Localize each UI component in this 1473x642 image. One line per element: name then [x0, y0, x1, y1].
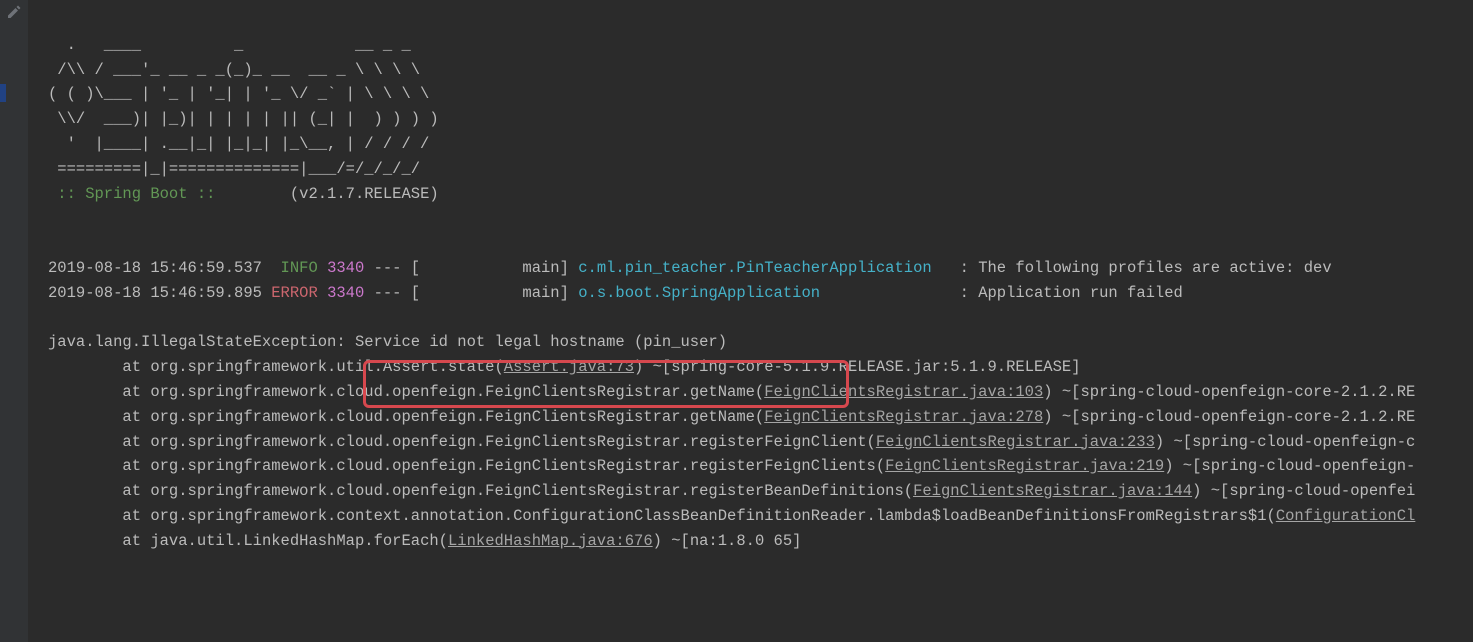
console-output[interactable]: . ____ _ __ _ _ /\\ / ___'_ __ _ _(_)_ _…: [28, 0, 1473, 642]
log-thread: --- [ main]: [364, 259, 578, 277]
source-link[interactable]: FeignClientsRegistrar.java:144: [913, 482, 1192, 500]
spring-boot-version: (v2.1.7.RELEASE): [225, 185, 439, 203]
source-link[interactable]: FeignClientsRegistrar.java:233: [876, 433, 1155, 451]
source-link[interactable]: FeignClientsRegistrar.java:278: [764, 408, 1043, 426]
log-timestamp: 2019-08-18 15:46:59.537: [48, 259, 281, 277]
stack-frame: at org.springframework.cloud.openfeign.F…: [48, 430, 1473, 455]
exception-message: Service id not legal hostname (pin_user): [346, 333, 727, 351]
source-link[interactable]: ConfigurationCl: [1276, 507, 1416, 525]
log-logger: c.ml.pin_teacher.PinTeacherApplication: [578, 259, 931, 277]
log-logger: o.s.boot.SpringApplication: [578, 284, 820, 302]
stack-frame: at org.springframework.context.annotatio…: [48, 504, 1473, 529]
stack-frame: at org.springframework.cloud.openfeign.F…: [48, 454, 1473, 479]
gutter-marker: [0, 84, 6, 102]
log-timestamp: 2019-08-18 15:46:59.895: [48, 284, 271, 302]
source-link[interactable]: FeignClientsRegistrar.java:219: [885, 457, 1164, 475]
log-level-error: ERROR: [271, 284, 318, 302]
stack-frame: at org.springframework.cloud.openfeign.F…: [48, 380, 1473, 405]
pencil-icon: [6, 4, 22, 20]
spring-ascii-banner: . ____ _ __ _ _ /\\ / ___'_ __ _ _(_)_ _…: [48, 36, 439, 178]
source-link[interactable]: LinkedHashMap.java:676: [448, 532, 653, 550]
stack-frame: at org.springframework.cloud.openfeign.F…: [48, 479, 1473, 504]
source-link[interactable]: FeignClientsRegistrar.java:103: [764, 383, 1043, 401]
stack-frame: at org.springframework.util.Assert.state…: [48, 355, 1473, 380]
log-level-info: INFO: [281, 259, 318, 277]
log-pid: 3340: [318, 284, 365, 302]
source-link[interactable]: Assert.java:73: [504, 358, 634, 376]
log-pid: 3340: [318, 259, 365, 277]
stack-frame: at java.util.LinkedHashMap.forEach(Linke…: [48, 529, 1473, 554]
editor-gutter: [0, 0, 28, 642]
spring-boot-label: :: Spring Boot ::: [48, 185, 225, 203]
log-message: : The following profiles are active: dev: [960, 259, 1332, 277]
log-thread: --- [ main]: [364, 284, 578, 302]
stack-trace: at org.springframework.util.Assert.state…: [48, 355, 1473, 553]
stack-frame: at org.springframework.cloud.openfeign.F…: [48, 405, 1473, 430]
exception-class: java.lang.IllegalStateException:: [48, 333, 346, 351]
log-message: : Application run failed: [960, 284, 1183, 302]
